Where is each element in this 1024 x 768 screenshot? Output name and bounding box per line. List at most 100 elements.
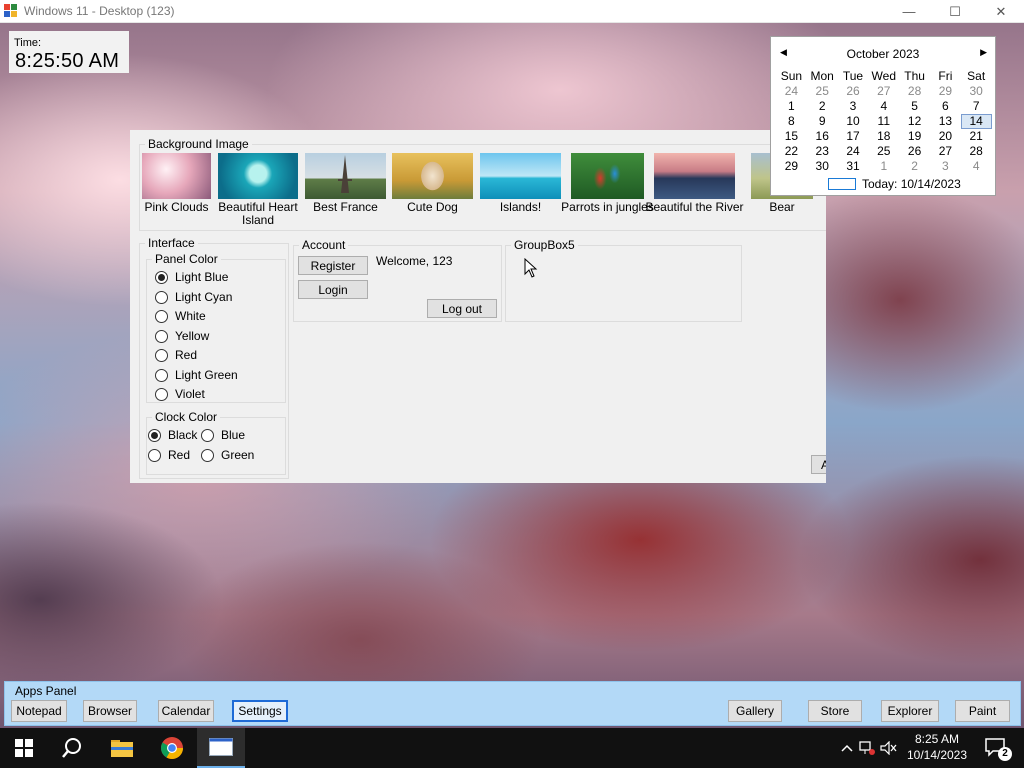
close-button[interactable]: ✕	[978, 0, 1024, 23]
paint-button[interactable]: Paint	[955, 700, 1010, 722]
radio-button[interactable]	[148, 448, 161, 462]
clock-color-red[interactable]: Red	[148, 448, 190, 462]
register-button[interactable]: Register	[298, 256, 368, 275]
radio-button[interactable]	[201, 428, 214, 442]
gallery-button[interactable]: Gallery	[728, 700, 782, 722]
image-option-best-france[interactable]: Best France	[305, 153, 386, 214]
browser-button[interactable]: Browser	[83, 700, 137, 722]
calendar-today[interactable]: Today: 10/14/2023	[828, 177, 961, 191]
calendar-day[interactable]: 29	[776, 159, 807, 174]
calendar-day[interactable]: 6	[930, 99, 961, 114]
calendar-day[interactable]: 24	[838, 144, 869, 159]
notifications-icon[interactable]: 2	[984, 737, 1012, 761]
calendar-day[interactable]: 4	[961, 159, 992, 174]
clock-color-green[interactable]: Green	[201, 448, 254, 462]
image-option-cute-dog[interactable]: Cute Dog	[392, 153, 473, 214]
calendar-day[interactable]: 20	[930, 129, 961, 144]
calendar-day[interactable]: 28	[961, 144, 992, 159]
image-option-pink-clouds[interactable]: Pink Clouds	[142, 153, 211, 214]
calendar-day[interactable]: 3	[838, 99, 869, 114]
calendar-day[interactable]: 19	[899, 129, 930, 144]
radio-button[interactable]	[201, 448, 214, 462]
panel-color-violet[interactable]: Violet	[155, 387, 205, 401]
calendar-day[interactable]: 2	[807, 99, 838, 114]
clock-color-black[interactable]: Black	[148, 428, 197, 442]
image-option-heart-island[interactable]: Beautiful Heart Island	[218, 153, 298, 227]
taskbar-clock[interactable]: 8:25 AM 10/14/2023	[902, 731, 972, 763]
panel-color-light-cyan[interactable]: Light Cyan	[155, 290, 232, 304]
notepad-button[interactable]: Notepad	[11, 700, 67, 722]
volume-muted-icon[interactable]	[878, 741, 900, 755]
calendar-day[interactable]: 28	[899, 84, 930, 99]
image-option-parrots[interactable]: Parrots in jungles	[561, 153, 654, 214]
month-calendar[interactable]: ◀ October 2023 ▶ Sun Mon Tue Wed Thu Fri…	[770, 36, 996, 196]
calendar-day[interactable]: 23	[807, 144, 838, 159]
calendar-day[interactable]: 18	[868, 129, 899, 144]
network-icon[interactable]	[856, 741, 878, 755]
app-window-icon[interactable]	[197, 728, 245, 768]
panel-color-white[interactable]: White	[155, 309, 206, 323]
calendar-day[interactable]: 26	[899, 144, 930, 159]
file-explorer-icon[interactable]	[98, 728, 146, 768]
calendar-day[interactable]: 13	[930, 114, 961, 129]
partial-button[interactable]: A	[811, 455, 826, 474]
calendar-day[interactable]: 29	[930, 84, 961, 99]
windows-start-icon[interactable]	[0, 728, 48, 768]
radio-button[interactable]	[155, 348, 168, 362]
calendar-day[interactable]: 21	[961, 129, 992, 144]
calendar-button[interactable]: Calendar	[158, 700, 214, 722]
logout-button[interactable]: Log out	[427, 299, 497, 318]
panel-color-light-blue[interactable]: Light Blue	[155, 270, 228, 284]
calendar-day[interactable]: 31	[838, 159, 869, 174]
image-option-islands[interactable]: Islands!	[480, 153, 561, 214]
maximize-button[interactable]: ☐	[932, 0, 978, 23]
radio-button[interactable]	[155, 329, 168, 343]
calendar-day[interactable]: 12	[899, 114, 930, 129]
calendar-day[interactable]: 3	[930, 159, 961, 174]
calendar-day-selected[interactable]: 14	[960, 114, 992, 129]
radio-button[interactable]	[155, 290, 168, 304]
calendar-day[interactable]: 10	[838, 114, 869, 129]
explorer-button[interactable]: Explorer	[881, 700, 939, 722]
calendar-day[interactable]: 4	[868, 99, 899, 114]
panel-color-red[interactable]: Red	[155, 348, 197, 362]
panel-color-yellow[interactable]: Yellow	[155, 329, 209, 343]
calendar-day[interactable]: 24	[776, 84, 807, 99]
login-button[interactable]: Login	[298, 280, 368, 299]
settings-button[interactable]: Settings	[232, 700, 288, 722]
radio-button[interactable]	[155, 368, 168, 382]
calendar-day[interactable]: 15	[776, 129, 807, 144]
search-icon[interactable]	[48, 728, 96, 768]
radio-button[interactable]	[155, 387, 168, 401]
panel-color-light-green[interactable]: Light Green	[155, 368, 238, 382]
calendar-day[interactable]: 27	[930, 144, 961, 159]
chevron-up-icon[interactable]	[838, 741, 856, 755]
radio-button[interactable]	[155, 309, 168, 323]
radio-button[interactable]	[148, 428, 161, 442]
calendar-day[interactable]: 25	[807, 84, 838, 99]
calendar-day[interactable]: 22	[776, 144, 807, 159]
calendar-day[interactable]: 5	[899, 99, 930, 114]
calendar-day[interactable]: 16	[807, 129, 838, 144]
calendar-day[interactable]: 25	[868, 144, 899, 159]
radio-button[interactable]	[155, 270, 168, 284]
calendar-day[interactable]: 7	[961, 99, 992, 114]
calendar-day[interactable]: 26	[838, 84, 869, 99]
calendar-day[interactable]: 1	[776, 99, 807, 114]
calendar-day[interactable]: 17	[838, 129, 869, 144]
calendar-day[interactable]: 2	[899, 159, 930, 174]
calendar-day[interactable]: 8	[776, 114, 807, 129]
next-month-icon[interactable]: ▶	[980, 47, 987, 58]
calendar-day[interactable]: 1	[868, 159, 899, 174]
calendar-day[interactable]: 30	[961, 84, 992, 99]
minimize-button[interactable]: —	[886, 0, 932, 23]
calendar-day[interactable]: 30	[807, 159, 838, 174]
calendar-month-title[interactable]: October 2023	[771, 47, 995, 61]
calendar-day[interactable]: 9	[807, 114, 838, 129]
clock-color-blue[interactable]: Blue	[201, 428, 245, 442]
chrome-icon[interactable]	[148, 728, 196, 768]
image-option-river[interactable]: Beautiful the River	[645, 153, 744, 214]
calendar-day[interactable]: 11	[868, 114, 899, 129]
store-button[interactable]: Store	[808, 700, 862, 722]
calendar-day[interactable]: 27	[868, 84, 899, 99]
